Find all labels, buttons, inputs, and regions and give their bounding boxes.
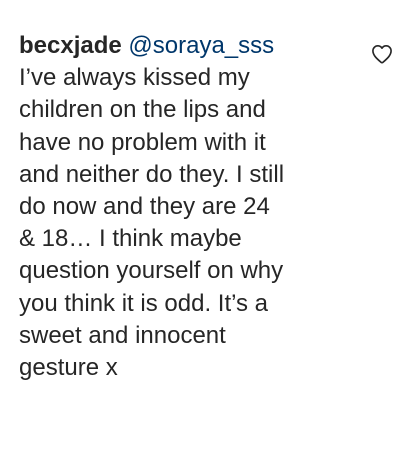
comment-line: sweet and innocent bbox=[19, 321, 226, 349]
heart-outline-icon bbox=[372, 45, 392, 64]
comment-header-line: becxjade @soraya_sss bbox=[19, 30, 374, 62]
comment-body: becxjade @soraya_sss I’ve always kissed … bbox=[19, 30, 374, 384]
comment-mention[interactable]: @soraya_sss bbox=[128, 32, 274, 59]
comment-line: & 18… I think maybe bbox=[19, 225, 242, 253]
comment-item: becxjade @soraya_sss I’ve always kissed … bbox=[0, 0, 420, 460]
comment-line: question yourself on why bbox=[19, 257, 284, 285]
like-button[interactable] bbox=[371, 44, 393, 64]
comment-line: children on the lips and bbox=[19, 96, 266, 124]
comment-line: I’ve always kissed my bbox=[19, 64, 250, 92]
comment-line: and neither do they. I still bbox=[19, 160, 285, 188]
comment-line: gesture x bbox=[19, 354, 118, 382]
comment-username[interactable]: becxjade bbox=[19, 32, 122, 59]
comment-line: do now and they are 24 bbox=[19, 193, 270, 221]
comment-line: you think it is odd. It’s a bbox=[19, 289, 269, 317]
comment-line: have no problem with it bbox=[19, 128, 266, 156]
